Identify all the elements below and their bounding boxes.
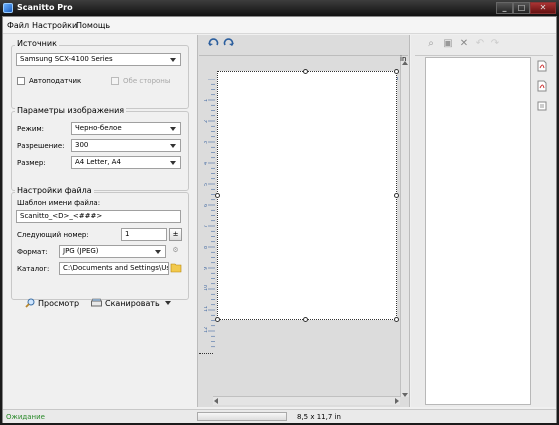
resize-handle-right[interactable] [394,193,399,198]
scan-label: Сканировать [105,298,160,308]
status-bar: Ожидание 8,5 x 11,7 in [3,409,556,423]
scroll-up-icon[interactable] [402,61,408,65]
mode-value: Черно-белое [75,124,122,132]
undo-icon[interactable]: ↶ [474,38,486,50]
resolution-label: Разрешение: [17,142,65,150]
scan-page [217,71,397,320]
rotate-left-icon[interactable] [207,38,219,50]
resolution-select[interactable]: 300 [71,139,181,152]
menu-help[interactable]: Помощь [76,21,110,30]
horizontal-scrollbar[interactable] [213,396,400,405]
file-settings-title: Настройки файла [15,186,94,195]
resize-handle-top[interactable] [303,69,308,74]
ruler-label: 9 [204,267,209,270]
resize-handle-left[interactable] [215,193,220,198]
image-params-title: Параметры изображения [15,106,127,115]
chevron-down-icon [170,58,176,62]
size-label: Размер: [17,159,46,167]
ruler-label: 11 [204,306,209,312]
scanner-select[interactable]: Samsung SCX-4100 Series [16,53,181,66]
format-select[interactable]: JPG (JPEG) [59,245,166,258]
title-bar: Scanitto Pro _ □ ✕ [0,0,559,16]
delete-icon[interactable]: ✕ [458,38,470,50]
vertical-scrollbar[interactable] [400,61,409,397]
ruler-label: 10 [204,285,209,291]
copy-pdf-icon[interactable] [536,80,548,92]
resize-handle-bottom[interactable] [303,317,308,322]
both-sides-checkbox[interactable] [111,77,119,85]
size-value: A4 Letter, A4 [75,158,121,166]
right-toolbar-divider [415,55,553,56]
resize-handle-bottom-right[interactable] [394,317,399,322]
progress-bar [197,412,287,421]
resolution-value: 300 [75,141,89,149]
ruler-label: 12 [204,327,209,333]
app-icon [3,3,13,13]
zoom-icon[interactable]: ⌕ [425,38,437,50]
chevron-down-icon [170,161,176,165]
ruler-label: 6 [204,204,209,207]
maximize-button[interactable]: □ [513,2,530,14]
template-label: Шаблон имени файла: [17,199,101,207]
ruler-label: 4 [204,162,209,165]
ruler-marker [199,353,213,354]
format-label: Формат: [17,248,48,256]
magnifier-icon [25,298,35,308]
autofeeder-label: Автоподатчик [29,77,82,85]
status-text: Ожидание [6,413,45,421]
toolbar-divider [199,55,408,56]
vertical-ruler: 123456789101112 [204,79,215,348]
close-button[interactable]: ✕ [530,2,556,14]
next-number-label: Следующий номер: [17,231,89,239]
menu-settings[interactable]: Настройки [32,21,77,30]
scroll-right-icon[interactable] [395,398,399,404]
preview-label: Просмотр [38,298,80,308]
ruler-label: 1 [204,99,209,102]
scanner-icon [91,298,102,307]
both-sides-label: Обе стороны [123,77,171,85]
ruler-label: 2 [204,120,209,123]
number-stepper-icon[interactable]: ± [169,228,182,241]
edit-icon[interactable] [536,100,548,112]
mode-select[interactable]: Черно-белое [71,122,181,135]
window-controls: _ □ ✕ [496,2,556,14]
template-input[interactable]: Scanitto_<D>_<###> [16,210,181,223]
catalog-input[interactable]: C:\Documents and Settings\UserXP [59,262,169,275]
scroll-left-icon[interactable] [214,398,218,404]
chevron-down-icon [155,250,161,254]
scan-button[interactable]: Сканировать [91,298,171,308]
ruler-label: 7 [204,225,209,228]
next-number-input[interactable]: 1 [121,228,167,241]
resize-handle-bottom-left[interactable] [215,317,220,322]
autofeeder-checkbox[interactable] [17,77,25,85]
format-settings-icon[interactable]: ⚙ [169,245,182,258]
scroll-down-icon[interactable] [402,393,408,397]
redo-icon[interactable]: ↷ [489,38,501,50]
chevron-down-icon [170,144,176,148]
mode-label: Режим: [17,125,45,133]
catalog-label: Каталог: [17,265,50,273]
page-size-text: 8,5 x 11,7 in [297,413,341,421]
format-value: JPG (JPEG) [63,247,99,255]
window-title: Scanitto Pro [17,3,73,12]
ruler-label: 3 [204,141,209,144]
preview-button[interactable]: Просмотр [25,298,79,308]
resize-handle-top-right[interactable] [394,69,399,74]
thumbnail-list[interactable] [425,57,531,405]
rotate-right-icon[interactable] [223,38,235,50]
save-icon[interactable]: ▣ [442,38,454,50]
folder-icon[interactable] [169,262,182,275]
scanner-value: Samsung SCX-4100 Series [20,55,113,63]
size-select[interactable]: A4 Letter, A4 [71,156,181,169]
ruler-label: 5 [204,183,209,186]
main-window: Файл Настройки Помощь Источник Samsung S… [2,16,557,423]
menu-file[interactable]: Файл [7,21,29,30]
menu-bar: Файл Настройки Помощь [3,17,556,34]
chevron-down-icon[interactable] [164,301,171,305]
source-title: Источник [15,39,59,48]
ruler-label: 8 [204,246,209,249]
minimize-button[interactable]: _ [496,2,513,14]
pdf-icon[interactable] [536,60,548,72]
chevron-down-icon [170,127,176,131]
